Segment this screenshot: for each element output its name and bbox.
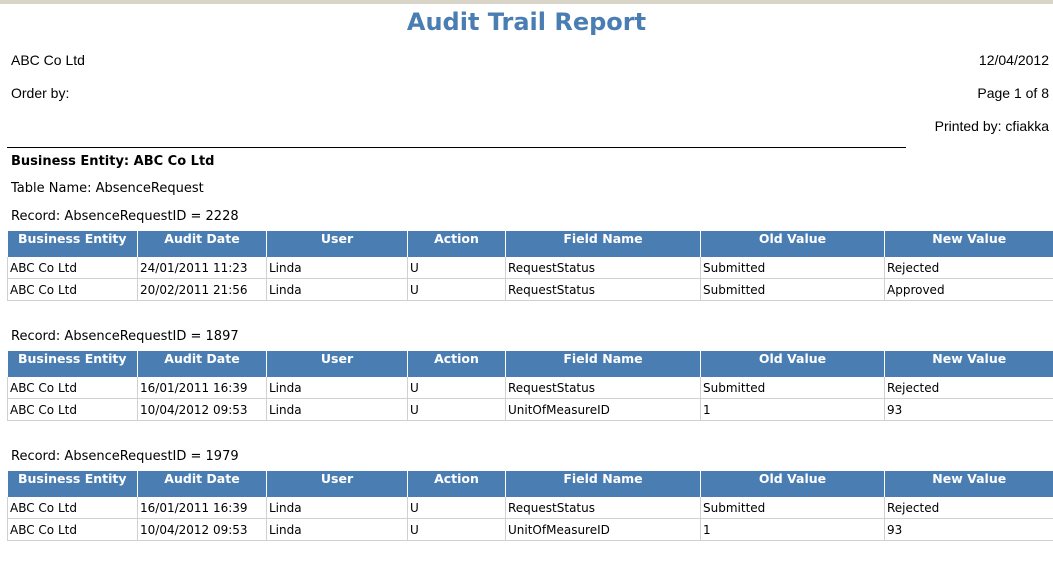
table-row: ABC Co Ltd 20/02/2011 21:56 Linda U RequestS… [7, 278, 1053, 301]
table-row: ABC Co Ltd 16/01/2011 16:39 Linda U RequestS… [7, 377, 1053, 399]
table-cell: Submitted [700, 278, 885, 301]
column-header: Business Entity [7, 351, 138, 377]
printed-by: Printed by: cfiakka [934, 118, 1049, 134]
column-header: Audit Date [137, 231, 267, 257]
table-cell: UnitOfMeasureID [505, 398, 701, 421]
table-cell: 16/01/2011 16:39 [137, 377, 267, 399]
column-header: Field Name [505, 231, 701, 257]
table-cell: 20/02/2011 21:56 [137, 278, 267, 301]
table-cell: Linda [266, 497, 408, 519]
table-cell: RequestStatus [505, 257, 701, 279]
table-cell: 93 [884, 518, 1053, 541]
column-header: Business Entity [7, 471, 138, 497]
column-header: User [266, 231, 408, 257]
column-header: Audit Date [137, 471, 267, 497]
table-cell: U [407, 398, 506, 421]
table-cell: Submitted [700, 257, 885, 279]
table-name-label: Table Name: AbsenceRequest [11, 181, 204, 196]
column-header: Audit Date [137, 351, 267, 377]
table-cell: 93 [884, 398, 1053, 421]
table-cell: 10/04/2012 09:53 [137, 518, 267, 541]
column-header: Old Value [700, 231, 885, 257]
table-cell: Linda [266, 518, 408, 541]
table-cell: RequestStatus [505, 497, 701, 519]
table-row: ABC Co Ltd 10/04/2012 09:53 Linda U UnitOfMe… [7, 518, 1053, 541]
table-cell: Linda [266, 257, 408, 279]
table-header-row: Business Entity Audit Date User Action Field… [7, 471, 1053, 497]
table-cell: Submitted [700, 497, 885, 519]
column-header: User [266, 471, 408, 497]
table-cell: 1 [700, 398, 885, 421]
table-cell: RequestStatus [505, 278, 701, 301]
table-cell: Submitted [700, 377, 885, 399]
business-entity-heading: Business Entity: ABC Co Ltd [11, 154, 215, 169]
table-cell: 16/01/2011 16:39 [137, 497, 267, 519]
table-cell: Linda [266, 278, 408, 301]
column-header: Business Entity [7, 231, 138, 257]
table-cell: RequestStatus [505, 377, 701, 399]
top-border [0, 0, 1053, 4]
column-header: Action [407, 351, 506, 377]
column-header: New Value [884, 471, 1053, 497]
column-header: Action [407, 231, 506, 257]
table-cell: ABC Co Ltd [7, 377, 138, 399]
table-cell: U [407, 278, 506, 301]
table-cell: Linda [266, 377, 408, 399]
column-header: Old Value [700, 351, 885, 377]
company-name: ABC Co Ltd [11, 52, 85, 68]
table-row: ABC Co Ltd 24/01/2011 11:23 Linda U RequestS… [7, 257, 1053, 279]
table-cell: U [407, 497, 506, 519]
table-cell: Rejected [884, 377, 1053, 399]
table-cell: ABC Co Ltd [7, 257, 138, 279]
table-header-row: Business Entity Audit Date User Action Field… [7, 231, 1053, 257]
header-divider [7, 147, 906, 148]
table-cell: U [407, 257, 506, 279]
column-header: User [266, 351, 408, 377]
column-header: Old Value [700, 471, 885, 497]
audit-table: Business Entity Audit Date User Action Field… [7, 471, 1053, 541]
column-header: New Value [884, 231, 1053, 257]
audit-table: Business Entity Audit Date User Action Field… [7, 351, 1053, 421]
table-cell: UnitOfMeasureID [505, 518, 701, 541]
table-cell: Approved [884, 278, 1053, 301]
table-cell: ABC Co Ltd [7, 518, 138, 541]
table-cell: ABC Co Ltd [7, 398, 138, 421]
audit-table: Business Entity Audit Date User Action Field… [7, 231, 1053, 301]
table-cell: 24/01/2011 11:23 [137, 257, 267, 279]
page-indicator: Page 1 of 8 [977, 85, 1049, 101]
column-header: Field Name [505, 351, 701, 377]
table-row: ABC Co Ltd 16/01/2011 16:39 Linda U RequestS… [7, 497, 1053, 519]
table-cell: 10/04/2012 09:53 [137, 398, 267, 421]
column-header: Field Name [505, 471, 701, 497]
table-cell: Rejected [884, 257, 1053, 279]
table-cell: U [407, 518, 506, 541]
table-cell: ABC Co Ltd [7, 497, 138, 519]
record-label: Record: AbsenceRequestID = 1897 [11, 329, 239, 344]
column-header: New Value [884, 351, 1053, 377]
table-cell: 1 [700, 518, 885, 541]
table-cell: ABC Co Ltd [7, 278, 138, 301]
record-label: Record: AbsenceRequestID = 1979 [11, 449, 239, 464]
table-cell: Rejected [884, 497, 1053, 519]
order-by-label: Order by: [11, 85, 70, 101]
table-header-row: Business Entity Audit Date User Action Field… [7, 351, 1053, 377]
table-cell: Linda [266, 398, 408, 421]
record-label: Record: AbsenceRequestID = 2228 [11, 209, 239, 224]
report-date: 12/04/2012 [978, 52, 1049, 68]
column-header: Action [407, 471, 506, 497]
table-row: ABC Co Ltd 10/04/2012 09:53 Linda U UnitOfMe… [7, 398, 1053, 421]
report-title: Audit Trail Report [406, 8, 647, 36]
table-cell: U [407, 377, 506, 399]
